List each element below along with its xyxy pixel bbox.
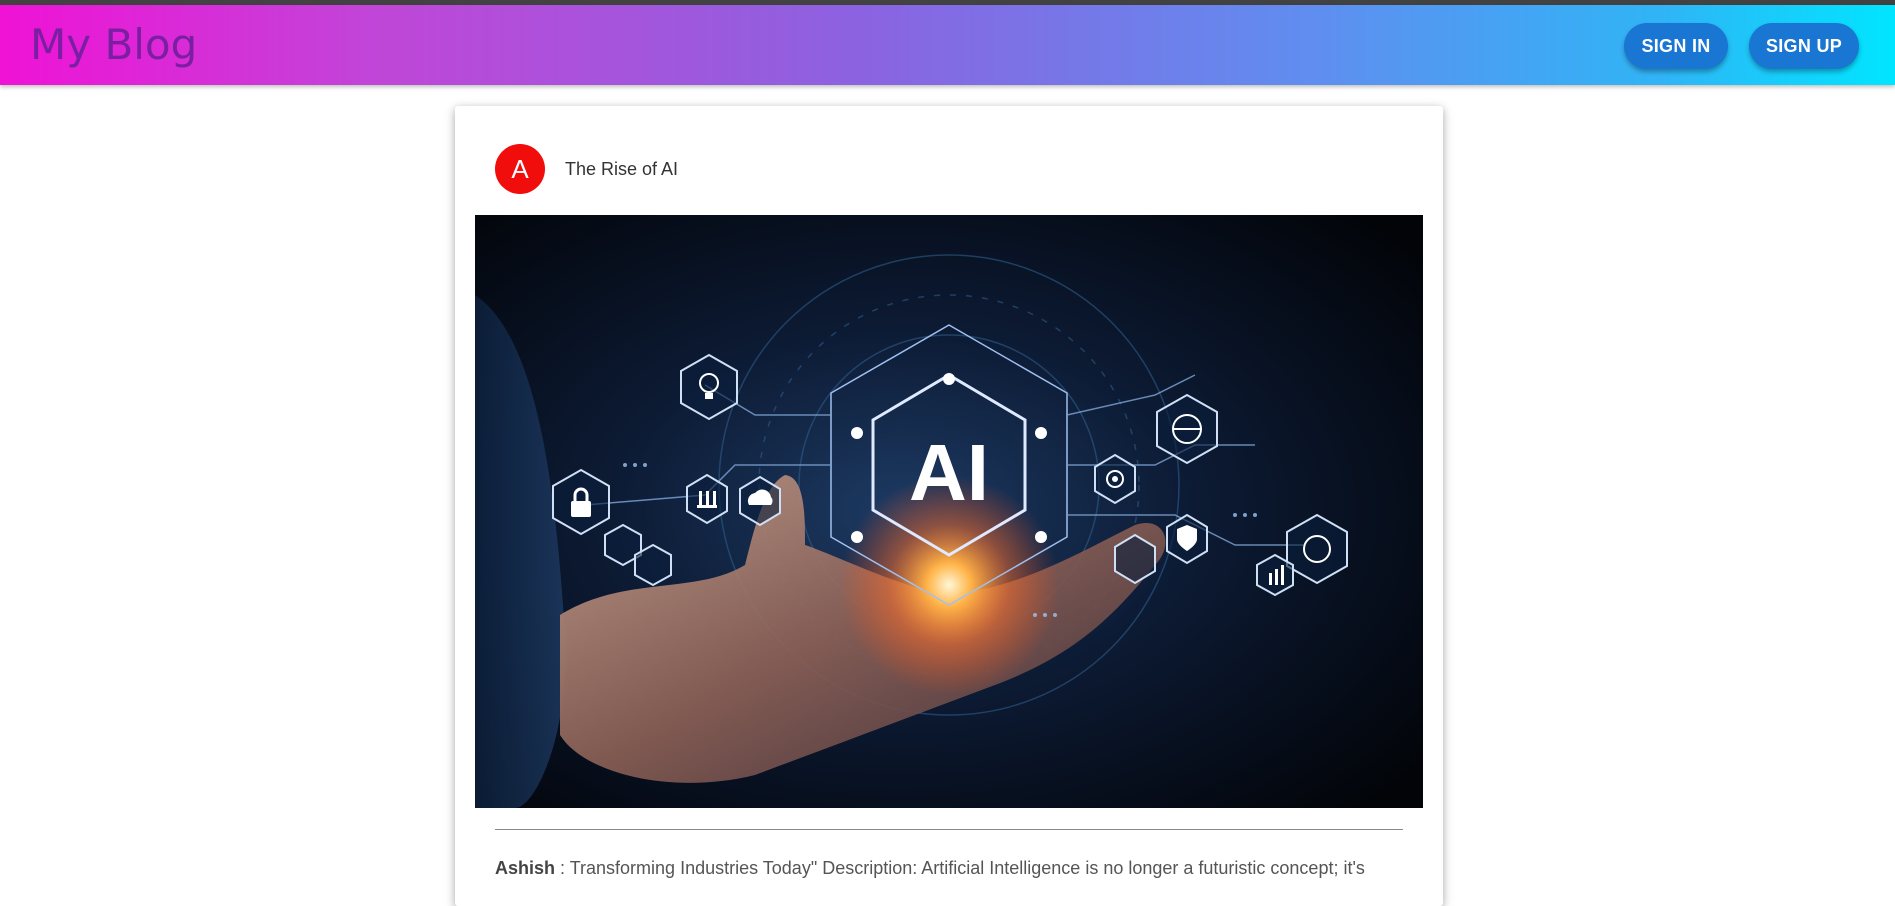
content-divider	[495, 829, 1403, 830]
post-card: A The Rise of AI AI Ashish: Transformin…	[455, 106, 1443, 906]
ai-hand-illustration: AI	[475, 215, 1423, 808]
search-icon	[634, 543, 672, 587]
avatar: A	[495, 144, 545, 194]
author-separator: :	[555, 858, 570, 878]
sign-up-button[interactable]: SIGN UP	[1749, 23, 1859, 69]
post-description-text: Transforming Industries Today" Descripti…	[569, 858, 1365, 878]
post-image: AI	[475, 215, 1423, 808]
post-author: Ashish	[495, 858, 556, 878]
post-title: The Rise of AI	[565, 159, 679, 179]
sign-in-button[interactable]: SIGN IN	[1624, 23, 1728, 69]
post-description: Ashish : Transforming Industries Today" …	[495, 855, 1405, 881]
brand-title[interactable]: My Blog	[30, 20, 197, 70]
app-bar: My Blog SIGN IN SIGN UP	[0, 5, 1895, 85]
ai-image-text: AI	[909, 428, 989, 517]
